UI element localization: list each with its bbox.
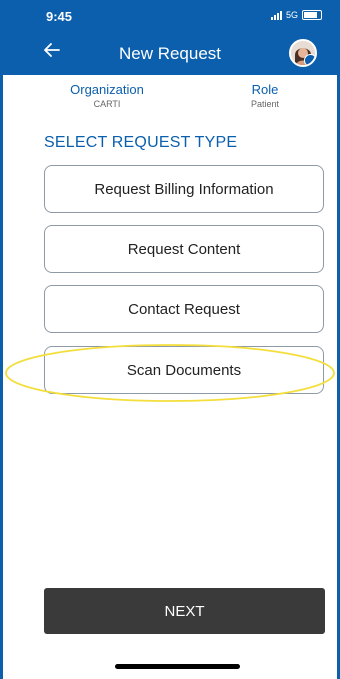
request-billing-button[interactable]: Request Billing Information [44, 165, 324, 213]
user-avatar-icon[interactable] [289, 39, 317, 67]
next-button[interactable]: NEXT [44, 588, 325, 634]
organization-value: CARTI [93, 99, 121, 109]
network-type: 5G [285, 10, 298, 20]
role-label: Role [251, 82, 279, 97]
highlight-ellipse [5, 344, 335, 402]
role-value: Patient [250, 99, 280, 109]
frame-left-border [0, 0, 3, 679]
request-content-button[interactable]: Request Content [44, 225, 324, 273]
role-block: Role Patient [230, 82, 300, 109]
contact-request-button[interactable]: Contact Request [44, 285, 324, 333]
app-header: 9:45 5G New Request [0, 0, 340, 75]
organization-block: Organization CARTI [62, 82, 152, 109]
status-icons: 5G [270, 10, 322, 20]
organization-label: Organization [70, 82, 144, 97]
battery-icon [302, 10, 322, 20]
signal-icon [270, 10, 282, 20]
status-time: 9:45 [46, 9, 73, 24]
section-title: SELECT REQUEST TYPE [44, 134, 238, 151]
home-indicator [115, 664, 240, 669]
